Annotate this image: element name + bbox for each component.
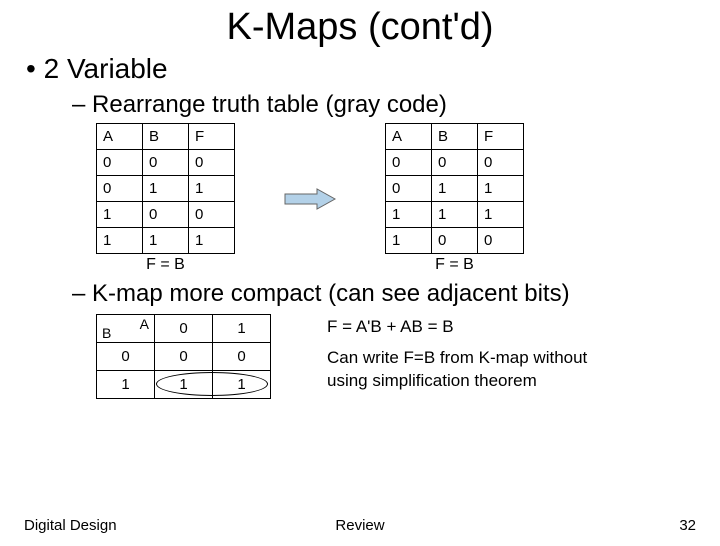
table-row: 1 1 1: [97, 371, 271, 399]
table-row: A B F: [97, 124, 235, 150]
arrow-right-icon: [283, 188, 337, 210]
truth-tables-row: A B F 000 011 100 111 F = B A B F 000 01…: [96, 123, 720, 274]
footer-center: Review: [248, 517, 472, 534]
table-caption: F = B: [385, 256, 524, 274]
table-row: 011: [97, 176, 235, 202]
truth-table-left: A B F 000 011 100 111 F = B: [96, 123, 235, 274]
table-row: 0 0 0: [97, 343, 271, 371]
page-title: K-Maps (cont'd): [0, 6, 720, 49]
table-row: 000: [386, 150, 524, 176]
sub-bullet-1: Rearrange truth table (gray code): [72, 91, 720, 119]
note-text: Can write F=B from K-map without using s…: [327, 347, 627, 393]
truth-table-right: A B F 000 011 111 100 F = B: [385, 123, 524, 274]
table-row: 100: [386, 228, 524, 254]
table-row: 011: [386, 176, 524, 202]
sub-bullet-2: K-map more compact (can see adjacent bit…: [72, 280, 720, 308]
kmap-corner-a: A: [140, 316, 149, 332]
table-row: 000: [97, 150, 235, 176]
kmap-table: A B 0 1 0 0 0 1 1 1: [96, 314, 271, 399]
bullet-main: 2 Variable: [26, 53, 720, 85]
table-row: A B 0 1: [97, 315, 271, 343]
footer-page-number: 32: [472, 517, 696, 534]
table-row: 111: [97, 228, 235, 254]
footer: Digital Design Review 32: [0, 517, 720, 534]
footer-left: Digital Design: [24, 517, 248, 534]
table-caption: F = B: [96, 256, 235, 274]
kmap-corner-b: B: [102, 325, 111, 341]
table-row: 100: [97, 202, 235, 228]
kmap-row: A B 0 1 0 0 0 1 1 1 F = A'B + AB = B Can…: [96, 314, 720, 399]
equation: F = A'B + AB = B: [327, 316, 627, 339]
kmap-explanation: F = A'B + AB = B Can write F=B from K-ma…: [327, 314, 627, 393]
table-row: A B F: [386, 124, 524, 150]
table-row: 111: [386, 202, 524, 228]
